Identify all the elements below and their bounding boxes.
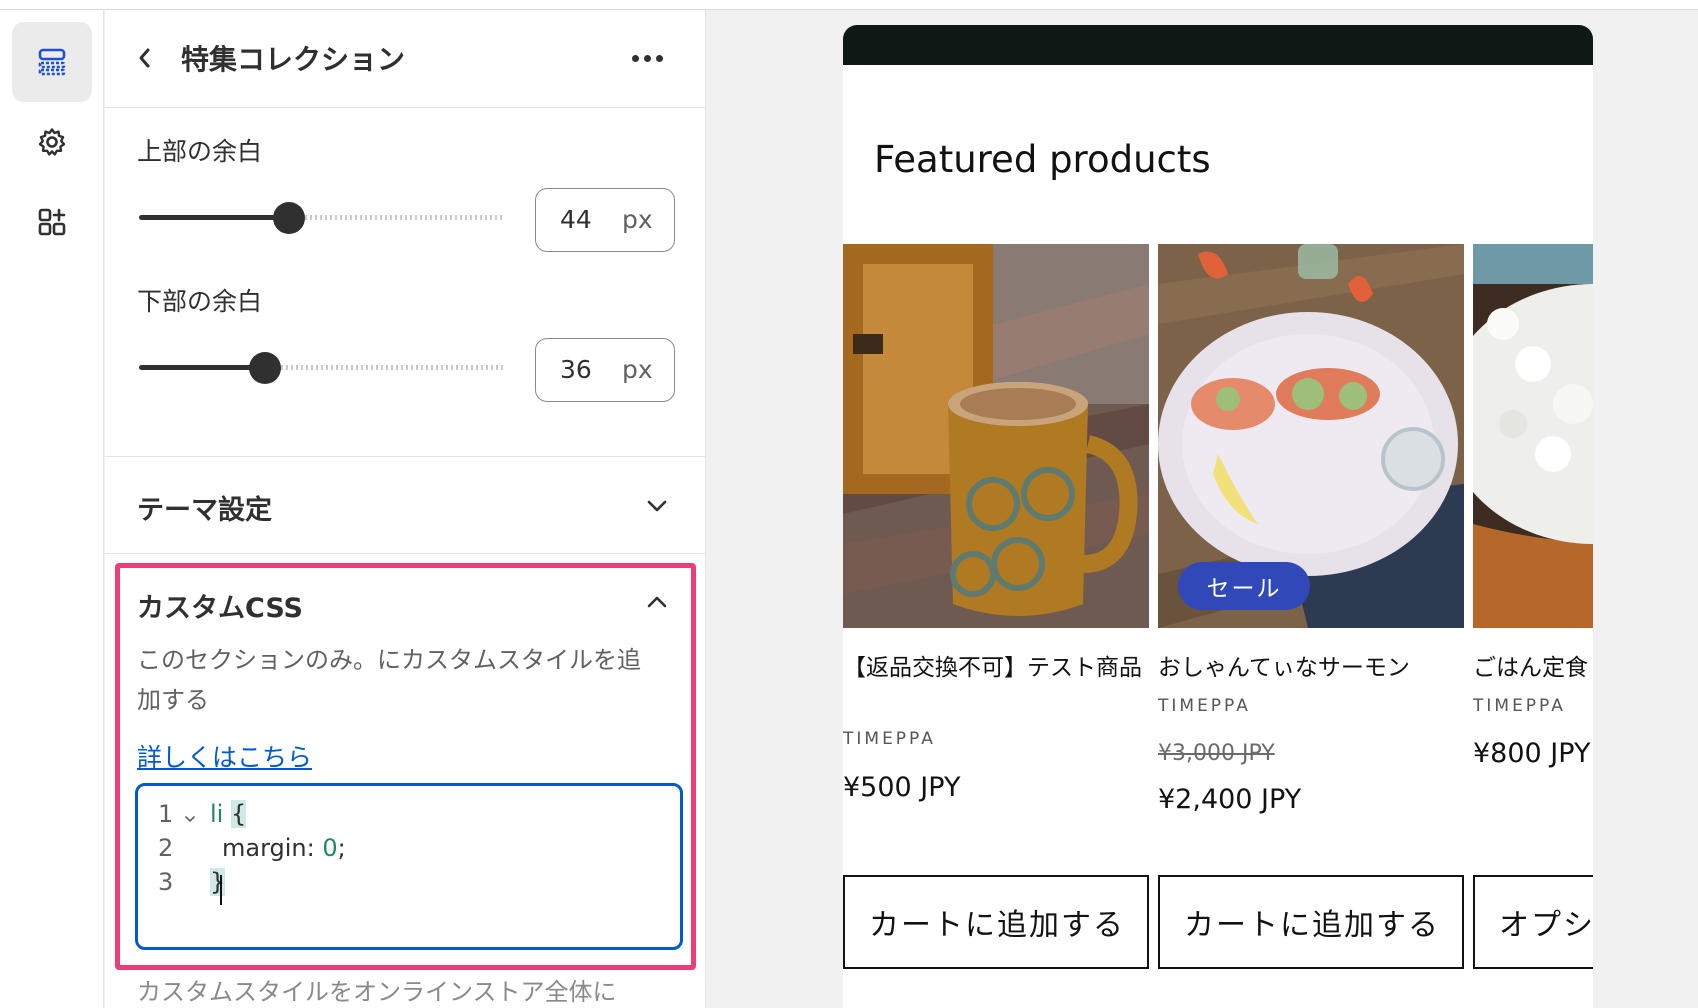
slider-thumb[interactable] xyxy=(249,352,281,384)
custom-css-description: このセクションのみ。にカスタムスタイルを追加する xyxy=(137,646,641,714)
product-compare-price: ¥3,000 JPY xyxy=(1158,741,1275,766)
padding-bottom-label: 下部の余白 xyxy=(137,287,263,316)
padding-bottom-slider[interactable] xyxy=(139,352,503,384)
text-cursor xyxy=(220,875,222,905)
custom-css-toggle[interactable]: カスタムCSS xyxy=(137,586,303,625)
apps-add-icon xyxy=(38,208,66,236)
slider-track-rest xyxy=(281,365,503,370)
divider xyxy=(105,456,706,457)
code-line-3: } xyxy=(210,868,226,896)
divider xyxy=(105,553,706,554)
code-property: margin: xyxy=(222,834,323,862)
css-code-editor[interactable]: 1 li { 2 margin: 0; 3 } xyxy=(135,783,683,950)
theme-settings-toggle[interactable]: テーマ設定 xyxy=(137,488,272,527)
padding-top-label: 上部の余白 xyxy=(137,137,263,166)
fold-chevron-icon[interactable] xyxy=(183,812,197,826)
product-vendor: TIMEPPA xyxy=(843,729,936,749)
slider-track-rest xyxy=(305,215,503,220)
padding-top-unit: px xyxy=(622,205,653,234)
sale-badge: セール xyxy=(1178,562,1310,610)
product-name[interactable]: おしゃんてぃなサーモン xyxy=(1158,652,1464,684)
code-selector: li xyxy=(210,800,224,828)
learn-more-link[interactable]: 詳しくはこちら xyxy=(137,738,312,774)
product-price: ¥2,400 JPY xyxy=(1158,784,1302,815)
product-image-coffee[interactable] xyxy=(843,244,1149,628)
product-name[interactable]: ごはん定食 xyxy=(1473,652,1593,684)
product-vendor: TIMEPPA xyxy=(1158,696,1251,716)
theme-settings-rail-button[interactable] xyxy=(12,102,92,182)
line-number: 1 xyxy=(158,800,174,828)
icon-rail xyxy=(0,10,104,1008)
product-price: ¥500 JPY xyxy=(843,772,961,803)
choose-options-button[interactable]: オプションを選択 xyxy=(1473,875,1593,969)
product-image-rice[interactable] xyxy=(1473,244,1593,628)
preview-header-bar xyxy=(843,25,1593,65)
product-vendor: TIMEPPA xyxy=(1473,696,1566,716)
add-to-cart-button[interactable]: カートに追加する xyxy=(843,875,1149,969)
line-number: 2 xyxy=(158,834,174,862)
sections-rail-button[interactable] xyxy=(12,22,92,102)
back-button[interactable] xyxy=(133,46,157,70)
product-price: ¥800 JPY xyxy=(1473,738,1591,769)
panel-header: 特集コレクション xyxy=(105,10,706,108)
chevron-up-icon[interactable] xyxy=(645,590,669,614)
slider-thumb[interactable] xyxy=(273,202,305,234)
section-settings-panel: 特集コレクション 上部の余白 44 px 下部の余白 36 px テーマ設定 カ… xyxy=(105,10,706,1008)
padding-bottom-input[interactable]: 36 px xyxy=(535,338,675,402)
code-open-brace: { xyxy=(230,800,247,828)
add-to-cart-button[interactable]: カートに追加する xyxy=(1158,875,1464,969)
slider-track-fill xyxy=(139,215,289,220)
code-line-1: li { xyxy=(210,800,247,828)
code-value: 0 xyxy=(322,834,338,862)
gear-icon xyxy=(38,128,66,156)
line-number: 3 xyxy=(158,868,174,896)
section-title: Featured products xyxy=(874,138,1211,181)
padding-bottom-value: 36 xyxy=(560,355,592,384)
product-image-salmon[interactable]: セール xyxy=(1158,244,1464,628)
top-bar xyxy=(0,0,1698,10)
padding-top-input[interactable]: 44 px xyxy=(535,188,675,252)
product-name[interactable]: 【返品交換不可】テスト商品 xyxy=(843,652,1149,684)
padding-top-value: 44 xyxy=(560,205,592,234)
more-dots-icon xyxy=(631,54,663,62)
sections-icon xyxy=(38,48,66,76)
code-line-2: margin: 0; xyxy=(222,834,346,862)
panel-title: 特集コレクション xyxy=(181,43,406,76)
back-chevron-icon xyxy=(139,48,150,68)
padding-bottom-unit: px xyxy=(622,355,653,384)
slider-track-fill xyxy=(139,365,265,370)
padding-top-slider[interactable] xyxy=(139,202,503,234)
more-actions-button[interactable] xyxy=(625,44,669,72)
apps-rail-button[interactable] xyxy=(12,182,92,262)
chevron-down-icon[interactable] xyxy=(645,494,669,518)
code-semicolon: ; xyxy=(337,834,346,862)
code-close-brace: } xyxy=(210,868,226,896)
global-css-hint: カスタムスタイルをオンラインストア全体に xyxy=(137,978,617,1006)
storefront-preview: Featured products 【返品交換不可】テスト商品 TIMEPPA … xyxy=(843,25,1593,1008)
